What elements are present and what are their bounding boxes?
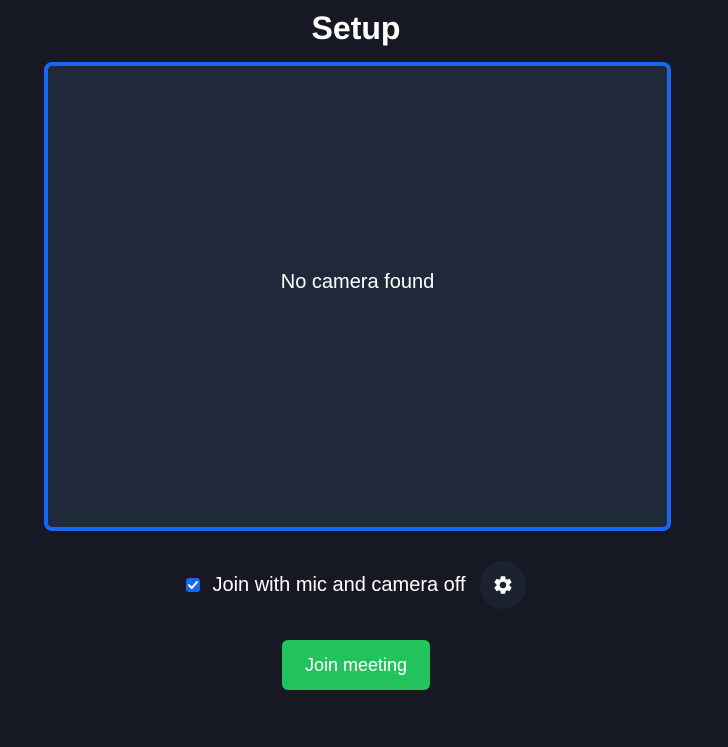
checkmark-icon bbox=[188, 581, 199, 589]
page-title: Setup bbox=[311, 10, 401, 46]
gear-icon bbox=[493, 576, 512, 594]
camera-preview: No camera found bbox=[44, 62, 671, 531]
setup-page: Setup No camera found Join with mic and … bbox=[0, 0, 728, 747]
no-camera-message: No camera found bbox=[280, 271, 435, 293]
join-options-row: Join with mic and camera off bbox=[0, 560, 712, 610]
join-meeting-button[interactable]: Join meeting bbox=[282, 640, 430, 690]
join-muted-label: Join with mic and camera off bbox=[212, 573, 466, 596]
settings-button[interactable] bbox=[479, 561, 526, 609]
join-muted-checkbox[interactable] bbox=[186, 578, 201, 592]
